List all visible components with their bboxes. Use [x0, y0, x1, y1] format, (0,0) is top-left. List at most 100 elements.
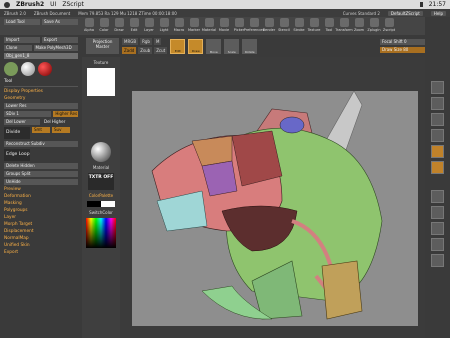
red-sphere-tool-icon[interactable] — [38, 62, 52, 76]
sdiv-slider[interactable]: SDiv 1 — [4, 111, 52, 117]
import-button[interactable]: Import — [4, 37, 40, 43]
move-button[interactable]: Move — [206, 38, 222, 54]
menu-alpha[interactable]: Alpha — [82, 18, 96, 32]
scroll-icon[interactable] — [431, 97, 444, 110]
color-swatch[interactable] — [87, 201, 115, 207]
subsection-morph-target[interactable]: Morph Target — [4, 222, 78, 227]
menu-edit[interactable]: Edit — [127, 18, 141, 32]
draw-button[interactable]: Draw — [188, 38, 204, 54]
scale-button[interactable]: Scale — [224, 38, 240, 54]
help-button[interactable]: Help — [430, 10, 446, 16]
subtool-label[interactable]: Obj_gen1_8 — [4, 53, 78, 59]
menu-zoom[interactable]: Zoom — [352, 18, 366, 32]
menu-stroke[interactable]: Stroke — [292, 18, 306, 32]
load-tool-button[interactable]: Load Tool — [4, 19, 40, 25]
lower-res-button[interactable]: Lower Res — [4, 103, 78, 109]
menu-preferences[interactable]: Preferences — [244, 18, 264, 32]
texture-thumbnail[interactable] — [87, 68, 115, 96]
menu-zplugin[interactable]: Zplugin — [367, 18, 381, 32]
default-zscript-button[interactable]: DefaultZScript — [387, 10, 423, 16]
scale-view-icon[interactable] — [431, 206, 444, 219]
menu-label: Picker — [233, 28, 245, 32]
subsection-preview[interactable]: Preview — [4, 187, 78, 192]
polyframe-icon[interactable] — [431, 238, 444, 251]
clone-button[interactable]: Clone — [4, 45, 32, 51]
subsection-polygroups[interactable]: Polygroups — [4, 208, 78, 213]
material-sphere-icon[interactable] — [91, 142, 111, 162]
export-button[interactable]: Export — [42, 37, 78, 43]
subsection-export[interactable]: Export — [4, 250, 78, 255]
delete-hidden-button[interactable]: Delete Hidden — [4, 163, 78, 169]
projection-master-button[interactable]: Projection Master — [86, 38, 119, 54]
menu-draw[interactable]: Draw — [112, 18, 126, 32]
zadd-button[interactable]: Zadd — [122, 47, 137, 54]
apple-icon[interactable] — [4, 1, 10, 8]
unhide-button[interactable]: UnHide — [4, 179, 78, 185]
higher-res-button[interactable]: Higher Res — [53, 111, 78, 117]
rotate-button[interactable]: Rotate — [242, 38, 258, 54]
subsection-masking[interactable]: Masking — [4, 201, 78, 206]
menu-light-icon — [159, 18, 169, 27]
focal-shift-slider[interactable]: Focal Shift 0 — [380, 39, 430, 45]
save-as-button[interactable]: Save As — [42, 19, 78, 25]
curve-preset[interactable]: Curves Standard 2 — [343, 11, 380, 16]
zoom-icon[interactable] — [431, 113, 444, 126]
menu-zscript[interactable]: Zscript — [382, 18, 396, 32]
tool-file-buttons: Load Tool Save As — [0, 17, 82, 27]
rotate-view-icon[interactable] — [431, 222, 444, 235]
current-tool-thumbnail[interactable] — [4, 62, 18, 76]
menu-macro[interactable]: Macro — [172, 18, 186, 32]
mrgb-button[interactable]: MRGB — [122, 38, 139, 45]
del-higher-button[interactable]: Del Higher — [42, 119, 78, 125]
menu-transform[interactable]: Transform — [335, 18, 353, 32]
persp-icon[interactable] — [431, 145, 444, 158]
colorpalette-label: ColorPalette — [88, 193, 114, 198]
menu-marker[interactable]: Marker — [187, 18, 201, 32]
del-lower-button[interactable]: Del Lower — [4, 119, 40, 125]
menu-tool[interactable]: Tool — [322, 18, 336, 32]
divide-button[interactable]: Divide — [4, 127, 30, 139]
m-button[interactable]: M — [153, 38, 162, 45]
transp-icon[interactable] — [431, 254, 444, 267]
draw-size-slider[interactable]: Draw Size 80 — [380, 47, 430, 53]
suv-toggle[interactable]: Suv — [52, 127, 70, 133]
menu-render[interactable]: Render — [262, 18, 276, 32]
reconstruct-subdiv-button[interactable]: Reconstruct Subdiv — [4, 141, 78, 147]
groups-split-button[interactable]: Groups Split — [4, 171, 78, 177]
subsection-displacement[interactable]: Displacement — [4, 229, 78, 234]
menu-texture[interactable]: Texture — [307, 18, 321, 32]
menu-layer[interactable]: Layer — [142, 18, 156, 32]
floor-icon[interactable] — [431, 161, 444, 174]
edit-button[interactable]: Edit — [170, 38, 186, 54]
color-picker[interactable] — [86, 218, 116, 248]
edge-loop-button[interactable]: Edge Loop — [4, 149, 30, 161]
menu-stencil[interactable]: Stencil — [277, 18, 291, 32]
zsub-button[interactable]: Zsub — [138, 47, 153, 54]
rgb-button[interactable]: Rgb — [140, 38, 152, 45]
make-polymesh-button[interactable]: Make PolyMesh3D — [33, 45, 78, 51]
subsection-normalmap[interactable]: NormalMap — [4, 236, 78, 241]
subsection-layer[interactable]: Layer — [4, 215, 78, 220]
sphere-tool-icon[interactable] — [21, 62, 35, 76]
speaker-icon[interactable] — [419, 2, 425, 7]
smt-toggle[interactable]: Smt — [32, 127, 50, 133]
subsection-unified-skin[interactable]: Unified Skin — [4, 243, 78, 248]
display-properties-section[interactable]: Display Properties — [4, 89, 78, 94]
bpr-icon[interactable] — [431, 81, 444, 94]
move-view-icon[interactable] — [431, 190, 444, 203]
txtr-off-button[interactable]: TXTR OFF — [88, 173, 114, 190]
subsection-deformation[interactable]: Deformation — [4, 194, 78, 199]
zcut-button[interactable]: Zcut — [154, 47, 168, 54]
menu-light[interactable]: Light — [157, 18, 171, 32]
menubar-item-ui[interactable]: UI — [50, 1, 56, 8]
switchcolor-label[interactable]: SwitchColor — [89, 210, 113, 215]
document-canvas[interactable] — [132, 90, 418, 326]
actual-icon[interactable] — [431, 129, 444, 142]
menubar-app-name[interactable]: ZBrush2 — [16, 1, 44, 8]
dinosaur-model[interactable] — [132, 90, 418, 326]
menu-material[interactable]: Material — [202, 18, 216, 32]
geometry-section[interactable]: Geometry — [4, 96, 78, 101]
menubar-item-zscript[interactable]: ZScript — [62, 1, 84, 8]
menu-color[interactable]: Color — [97, 18, 111, 32]
menu-movie[interactable]: Movie — [217, 18, 231, 32]
